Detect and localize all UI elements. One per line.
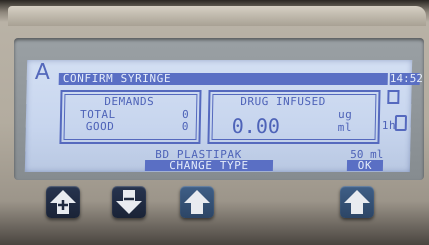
minus-arrow-down-icon — [116, 190, 142, 214]
drug-infused-unit-top: ug — [337, 108, 353, 121]
plus-arrow-up-icon — [50, 190, 76, 214]
bag-icon — [394, 115, 408, 131]
demands-total-value: 0 — [181, 108, 190, 121]
demands-good-value: 0 — [181, 120, 190, 133]
clock: 14:52 — [389, 72, 424, 85]
pump-device: A CONFIRM SYRINGE 14:52 DEMANDS TOTAL 0 … — [0, 0, 429, 245]
demands-total-label: TOTAL — [79, 108, 116, 121]
increase-key[interactable] — [46, 186, 80, 218]
drug-infused-value: 0.00 — [231, 114, 281, 138]
demands-heading: DEMANDS — [104, 95, 155, 108]
demands-panel: DEMANDS TOTAL 0 GOOD 0 — [59, 90, 202, 144]
change-type-softkey[interactable]: CHANGE TYPE — [144, 159, 274, 172]
drug-infused-heading: DRUG INFUSED — [240, 95, 326, 108]
screen-title: CONFIRM SYRINGE — [58, 72, 388, 85]
demands-good-label: GOOD — [85, 120, 115, 133]
syringe-status-icon — [387, 90, 400, 104]
arrow-up-icon — [184, 190, 210, 214]
mode-letter: A — [34, 60, 51, 85]
up-key-right[interactable] — [340, 186, 374, 218]
device-top-ridge — [8, 6, 426, 26]
drug-infused-unit-bottom: ml — [337, 121, 353, 134]
ok-softkey[interactable]: OK — [346, 159, 384, 172]
up-key-left[interactable] — [180, 186, 214, 218]
arrow-up-icon — [344, 190, 370, 214]
drug-infused-panel: DRUG INFUSED 0.00 ug ml — [207, 90, 381, 144]
decrease-key[interactable] — [112, 186, 146, 218]
lcd-screen: A CONFIRM SYRINGE 14:52 DEMANDS TOTAL 0 … — [24, 60, 423, 172]
